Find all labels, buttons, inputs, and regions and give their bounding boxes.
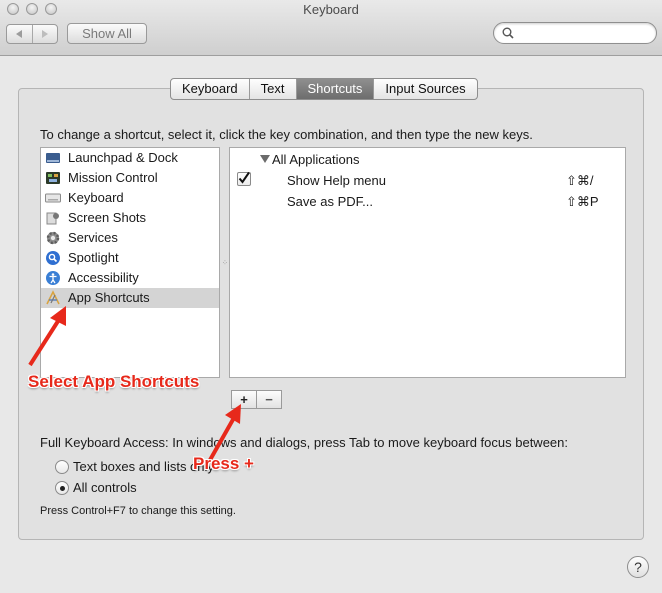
category-label: Launchpad & Dock [68,150,178,165]
spotlight-icon [46,251,60,265]
shortcut-checkbox[interactable] [237,171,251,186]
category-list: Launchpad & Dock Mission Control Keyboar… [40,147,220,378]
app-shortcuts-icon [46,290,60,305]
back-arrow-icon [16,30,23,38]
tab-text[interactable]: Text [248,79,296,99]
radio-all-controls-label[interactable]: All controls [73,480,137,495]
full-keyboard-access-label: Full Keyboard Access: In windows and dia… [40,435,568,450]
category-spotlight[interactable]: Spotlight [41,248,219,268]
category-screen-shots[interactable]: Screen Shots [41,208,219,228]
checkmark-icon [238,171,250,184]
tab-keyboard[interactable]: Keyboard [171,79,249,99]
category-services[interactable]: Services [41,228,219,248]
tab-bar: Keyboard Text Shortcuts Input Sources [170,78,478,100]
category-keyboard[interactable]: Keyboard [41,188,219,208]
shortcuts-list: All Applications Show Help menu ⇧⌘/ Save… [229,147,626,378]
shortcut-keys[interactable]: ⇧⌘P [566,194,599,210]
radio-all-controls[interactable] [55,481,69,495]
category-launchpad-dock[interactable]: Launchpad & Dock [41,148,219,168]
instructions-text: To change a shortcut, select it, click t… [40,127,533,142]
accessibility-icon [46,271,60,285]
mission-control-icon [46,172,60,184]
add-button[interactable]: + [232,391,256,408]
group-all-applications[interactable]: All Applications [272,152,359,167]
remove-button[interactable]: − [256,391,281,408]
shortcut-keys[interactable]: ⇧⌘/ [566,173,594,189]
annotation-press-plus: Press + [193,454,254,473]
tab-shortcuts[interactable]: Shortcuts [295,79,374,99]
keyboard-icon [45,193,61,203]
category-label: Spotlight [68,250,119,265]
forward-arrow-icon [41,30,48,38]
shortcut-label[interactable]: Show Help menu [287,173,386,188]
launchpad-icon [46,153,60,163]
forward-button[interactable] [31,25,58,43]
window-titlebar: Keyboard Show All [0,0,662,56]
category-app-shortcuts[interactable]: App Shortcuts [41,288,219,308]
radio-text-boxes[interactable] [55,460,69,474]
add-remove-buttons: + − [231,390,282,409]
nav-buttons [6,24,58,44]
disclosure-triangle-icon[interactable] [260,155,270,163]
screenshot-icon [46,212,59,225]
tab-input-sources[interactable]: Input Sources [373,79,476,99]
gear-icon [46,231,60,245]
split-view-handle[interactable]: ⁘ [222,259,228,267]
window-title: Keyboard [303,2,359,17]
search-icon [502,27,514,39]
category-label: App Shortcuts [68,290,150,305]
category-label: Screen Shots [68,210,147,225]
help-button[interactable]: ? [627,556,649,578]
shortcut-label[interactable]: Save as PDF... [287,194,373,209]
category-accessibility[interactable]: Accessibility [41,268,219,288]
show-all-button[interactable]: Show All [67,23,147,44]
back-button[interactable] [7,25,32,43]
annotation-select-app-shortcuts: Select App Shortcuts [28,372,200,391]
category-label: Mission Control [68,170,158,185]
category-label: Accessibility [68,270,139,285]
category-label: Keyboard [68,190,124,205]
category-mission-control[interactable]: Mission Control [41,168,219,188]
search-field[interactable] [493,22,657,44]
shortcut-note: Press Control+F7 to change this setting. [40,505,236,517]
category-label: Services [68,230,118,245]
